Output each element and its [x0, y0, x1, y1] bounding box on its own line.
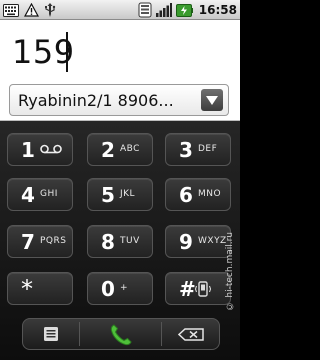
call-icon: [110, 324, 132, 346]
key-digit: 2: [101, 138, 115, 162]
key-letters: MNO: [198, 189, 222, 199]
key-digit: 0: [101, 277, 115, 301]
contact-suggestion-dropdown[interactable]: Ryabinin2/1 8906...: [9, 84, 229, 116]
key-letters: TUV: [120, 236, 140, 246]
key-star[interactable]: *: [7, 272, 73, 305]
key-digit: 5: [101, 183, 115, 207]
key-letters: JKL: [120, 189, 136, 199]
text-cursor: [66, 32, 68, 72]
key-1[interactable]: 1: [7, 133, 73, 166]
dialer-display[interactable]: 159: [0, 20, 240, 82]
key-letters: +: [120, 283, 129, 293]
key-digit: 9: [179, 230, 193, 254]
key-6[interactable]: 6 MNO: [165, 178, 231, 211]
dropdown-button[interactable]: [201, 89, 223, 111]
dialer-action-bar: [22, 318, 220, 350]
key-8[interactable]: 8 TUV: [87, 225, 153, 258]
suggestion-text: Ryabinin2/1 8906...: [18, 91, 174, 110]
watermark: © hi-tech.mail.ru: [225, 232, 235, 311]
menu-list-icon: [44, 327, 58, 341]
key-letters: DEF: [198, 144, 218, 154]
usb-icon: [44, 2, 56, 18]
key-digit: 7: [21, 230, 35, 254]
key-digit: 8: [101, 230, 115, 254]
keyboard-icon: [3, 3, 19, 17]
contacts-button[interactable]: [23, 319, 79, 349]
status-time: 16:58: [198, 3, 237, 17]
backspace-icon: [178, 328, 204, 341]
key-letters: ABC: [120, 144, 140, 154]
key-2[interactable]: 2 ABC: [87, 133, 153, 166]
key-letters: GHI: [40, 189, 58, 199]
warning-icon: [24, 3, 39, 17]
key-letters: WXYZ: [198, 236, 227, 246]
key-digit: #: [179, 277, 196, 301]
key-0[interactable]: 0 +: [87, 272, 153, 305]
chevron-down-icon: [206, 96, 218, 105]
key-7[interactable]: 7 PQRS: [7, 225, 73, 258]
key-digit: 1: [21, 138, 35, 162]
key-4[interactable]: 4 GHI: [7, 178, 73, 211]
key-digit: 6: [179, 183, 193, 207]
key-letters: PQRS: [40, 236, 67, 246]
key-9[interactable]: 9 WXYZ: [165, 225, 231, 258]
status-bar: 16:58: [0, 0, 240, 20]
backspace-button[interactable]: [162, 319, 220, 349]
key-digit: *: [21, 275, 33, 303]
vibrate-icon: [195, 281, 211, 297]
signal-icon: [155, 3, 172, 17]
voicemail-icon: [40, 144, 62, 154]
key-5[interactable]: 5 JKL: [87, 178, 153, 211]
key-3[interactable]: 3 DEF: [165, 133, 231, 166]
key-digit: 4: [21, 183, 35, 207]
key-digit: 3: [179, 138, 193, 162]
call-button[interactable]: [80, 319, 161, 349]
key-pound[interactable]: #: [165, 272, 231, 305]
sync-icon: [138, 2, 152, 18]
battery-charging-icon: [175, 3, 193, 18]
